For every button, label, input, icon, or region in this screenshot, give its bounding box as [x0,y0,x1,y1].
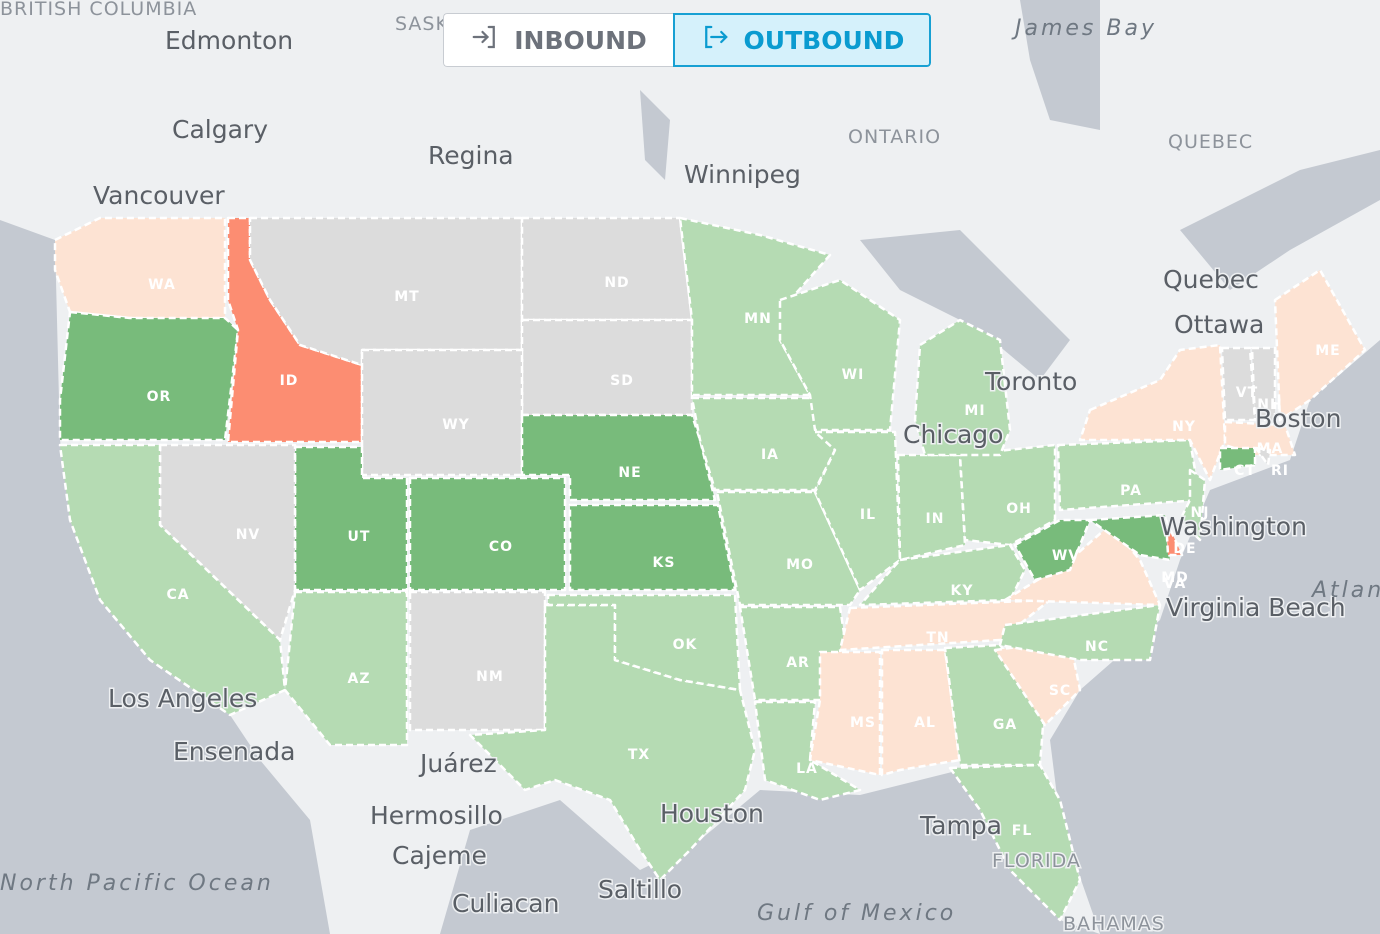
state-vt[interactable] [1220,346,1257,422]
state-label: MD [1161,570,1189,586]
state-wa[interactable] [53,216,227,322]
place-label: James Bay [1011,16,1157,41]
state-label: SD [610,373,634,389]
state-label: UT [348,529,371,545]
state-pa[interactable] [1056,438,1202,512]
state-label: KY [951,583,974,599]
inbound-label: INBOUND [514,25,647,55]
state-label: WV [1052,548,1080,564]
outbound-label: OUTBOUND [743,25,905,55]
direction-toggle: INBOUND OUTBOUND [443,13,931,67]
arrow-out-of-bracket-icon [700,22,730,58]
state-label: ID [280,373,299,389]
place-label: Cajeme [392,841,487,870]
place-label: Regina [428,141,514,170]
state-label: LA [796,761,818,777]
state-nd[interactable] [520,216,694,322]
state-label: SC [1049,683,1071,699]
place-label: QUEBEC [1168,131,1253,153]
outbound-button[interactable]: OUTBOUND [673,13,931,67]
state-wy[interactable] [360,348,524,477]
state-label: AR [786,655,810,671]
state-label: MT [394,289,419,305]
state-co[interactable] [408,476,567,592]
state-label: KS [653,555,676,571]
state-label: PA [1120,483,1142,499]
place-label: Boston [1255,404,1341,433]
state-in[interactable] [896,453,967,562]
state-label: NE [618,465,641,481]
place-label: BRITISH COLUMBIA [0,0,197,20]
inbound-button[interactable]: INBOUND [443,13,673,67]
state-label: RI [1271,463,1289,479]
place-label: Chicago [903,420,1003,449]
state-label: NC [1085,639,1109,655]
state-nm[interactable] [408,590,547,732]
state-label: AZ [348,671,371,687]
state-ks[interactable] [568,503,737,592]
state-label: CO [489,539,513,555]
state-label: OR [147,389,172,405]
place-label: Edmonton [165,26,293,55]
place-label: FLORIDA [992,850,1081,872]
state-label: NM [476,669,504,685]
place-label: Washington [1160,512,1307,541]
state-label: OK [673,637,698,653]
place-label: Gulf of Mexico [757,901,956,926]
place-label: Juárez [418,749,497,778]
state-label: NV [236,527,261,543]
place-label: Toronto [984,367,1077,396]
state-label: MS [850,715,876,731]
state-label: IN [926,511,945,527]
us-choropleth-map[interactable]: WA OR ID MT ND SD WY NE KS CO UT NV CA AZ NM TX OK MN IA MO… [0,0,1380,934]
state-label: WY [442,417,470,433]
state-oh[interactable] [958,443,1057,547]
place-label: Hermosillo [370,801,503,830]
place-label: Quebec [1163,265,1259,294]
state-label: GA [993,717,1017,733]
place-label: BAHAMAS [1063,913,1165,934]
place-label: Los Angeles [108,684,257,713]
place-label: Culiacan [452,889,559,918]
place-label: Atlantic [1310,578,1380,603]
state-label: OH [1006,501,1032,517]
state-label: WI [842,367,865,383]
state-label: FL [1012,823,1032,839]
place-label: ONTARIO [848,126,941,148]
state-label: DE [1173,541,1196,557]
place-label: Ensenada [173,737,295,766]
state-or[interactable] [58,310,240,442]
state-label: ND [604,275,629,291]
state-label: AL [914,715,936,731]
place-label: SASK [395,13,449,35]
state-label: TN [926,630,949,646]
place-label: Calgary [172,115,268,144]
state-label: MO [786,557,814,573]
state-label: VT [1236,385,1258,401]
state-label: TX [628,747,650,763]
state-label: IL [860,507,876,523]
state-label: CA [166,587,189,603]
state-label: NY [1172,419,1196,435]
place-label: Houston [660,799,764,828]
state-label: ME [1315,343,1341,359]
place-label: Winnipeg [684,160,801,189]
arrow-into-bracket-icon [470,22,500,58]
state-az[interactable] [283,590,409,747]
state-label: IA [761,447,779,463]
place-label: Tampa [919,811,1002,840]
place-label: Vancouver [93,181,225,210]
state-label: MI [964,403,985,419]
place-label: Ottawa [1174,310,1264,339]
place-label: Saltillo [598,875,682,904]
state-label: MN [744,311,772,327]
state-label: MA [1257,441,1284,457]
place-label: North Pacific Ocean [0,871,274,896]
state-label: WA [148,277,176,293]
state-ms[interactable] [808,650,882,777]
state-label: CT [1234,463,1256,479]
state-sd[interactable] [520,318,694,417]
